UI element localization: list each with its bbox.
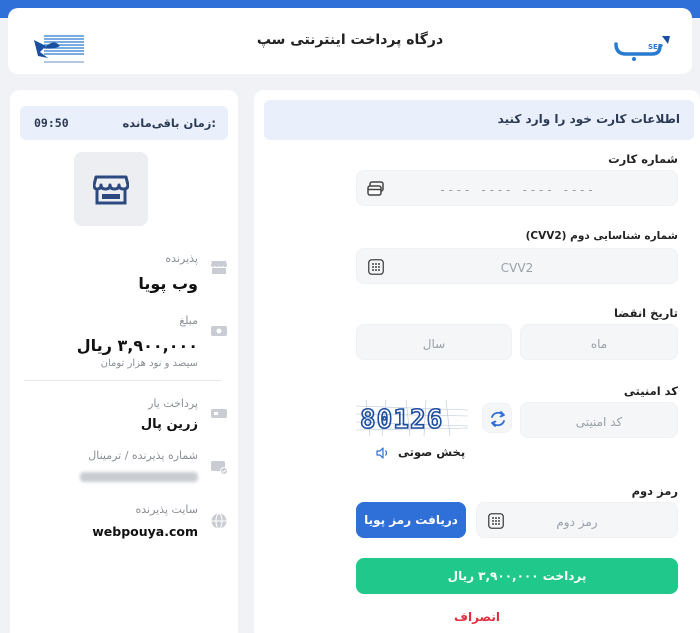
merchant-value: وب پویا <box>138 274 198 293</box>
captcha-placeholder: کد امنیتی <box>575 415 623 429</box>
captcha-image: 80126 <box>355 399 469 437</box>
site-label: سایت پذیرنده <box>135 503 199 516</box>
store-icon <box>93 175 129 205</box>
terminal-value-redacted <box>80 472 198 482</box>
svg-text:SEP: SEP <box>648 43 663 51</box>
pay-button[interactable]: پرداخت ۳,۹۰۰,۰۰۰ ریال <box>356 558 678 594</box>
payment-form-panel: اطلاعات کارت خود را وارد کنید شماره کارت… <box>254 90 700 633</box>
divider <box>24 380 222 381</box>
cvv2-input[interactable]: CVV2 <box>356 248 678 284</box>
timer-value: 09:50 <box>34 116 69 130</box>
amount-value: ۳,۹۰۰,۰۰۰ ریال <box>76 336 198 355</box>
merchant-logo <box>74 152 148 226</box>
otp-input[interactable]: رمز دوم <box>476 502 678 538</box>
svg-text:80126: 80126 <box>360 405 443 435</box>
year-placeholder: سال <box>422 337 446 351</box>
card-number-placeholder: ---- ---- ---- ---- <box>438 183 596 197</box>
page-title: درگاه پرداخت اینترنتی سپ <box>256 32 444 48</box>
otp-label: رمز دوم <box>631 484 678 498</box>
audio-play-button[interactable]: پخش صوتی <box>376 445 465 459</box>
cancel-link[interactable]: انصراف <box>254 610 700 624</box>
captcha-refresh-button[interactable] <box>482 403 512 433</box>
card-number-input[interactable]: ---- ---- ---- ---- <box>356 170 678 206</box>
speaker-icon <box>376 446 388 459</box>
psp-label: پرداخت یار <box>148 397 198 410</box>
cvv2-placeholder: CVV2 <box>500 261 534 275</box>
captcha-label: کد امنیتی <box>623 384 678 398</box>
merchant-icon <box>211 261 227 274</box>
captcha-input[interactable]: کد امنیتی <box>520 402 678 438</box>
timer-label: زمان باقی‌مانده: <box>122 116 216 130</box>
audio-label: پخش صوتی <box>398 445 466 459</box>
terminal-icon <box>211 461 228 475</box>
payment-service-icon <box>211 409 227 418</box>
cvv2-label: شماره شناسایی دوم (CVV2) <box>525 230 678 242</box>
terminal-label: شماره پذیرنده / ترمینال <box>88 449 198 462</box>
amount-label: مبلغ <box>179 314 198 327</box>
expiry-label: تاریخ انقضا <box>613 306 678 320</box>
card-icon <box>365 178 387 200</box>
info-text: اطلاعات کارت خود را وارد کنید <box>497 112 680 126</box>
keypad-icon[interactable] <box>365 256 387 278</box>
merchant-label: پذیرنده <box>165 252 198 265</box>
refresh-icon <box>491 411 505 427</box>
info-banner: اطلاعات کارت خود را وارد کنید <box>264 100 694 140</box>
month-placeholder: ماه <box>590 337 608 351</box>
header: درگاه پرداخت اینترنتی سپ SEP <box>8 8 692 74</box>
money-icon <box>211 326 227 336</box>
site-value[interactable]: webpouya.com <box>92 524 198 539</box>
otp-keypad-icon[interactable] <box>485 510 507 532</box>
psp-value: زرین پال <box>140 417 198 432</box>
expiry-year-input[interactable]: سال <box>356 324 512 360</box>
get-otp-button[interactable]: دریافت رمز پویا <box>356 502 466 538</box>
amount-in-words: سیصد و نود هزار تومان <box>100 358 198 369</box>
order-summary-panel: زمان باقی‌مانده: 09:50 پذیرنده وب پویا م… <box>10 90 238 633</box>
otp-placeholder: رمز دوم <box>556 515 598 529</box>
globe-icon <box>211 513 227 529</box>
timer-bar: زمان باقی‌مانده: 09:50 <box>20 106 228 140</box>
expiry-month-input[interactable]: ماه <box>520 324 678 360</box>
sep-logo: SEP <box>612 30 678 62</box>
card-number-label: شماره کارت <box>608 152 678 166</box>
